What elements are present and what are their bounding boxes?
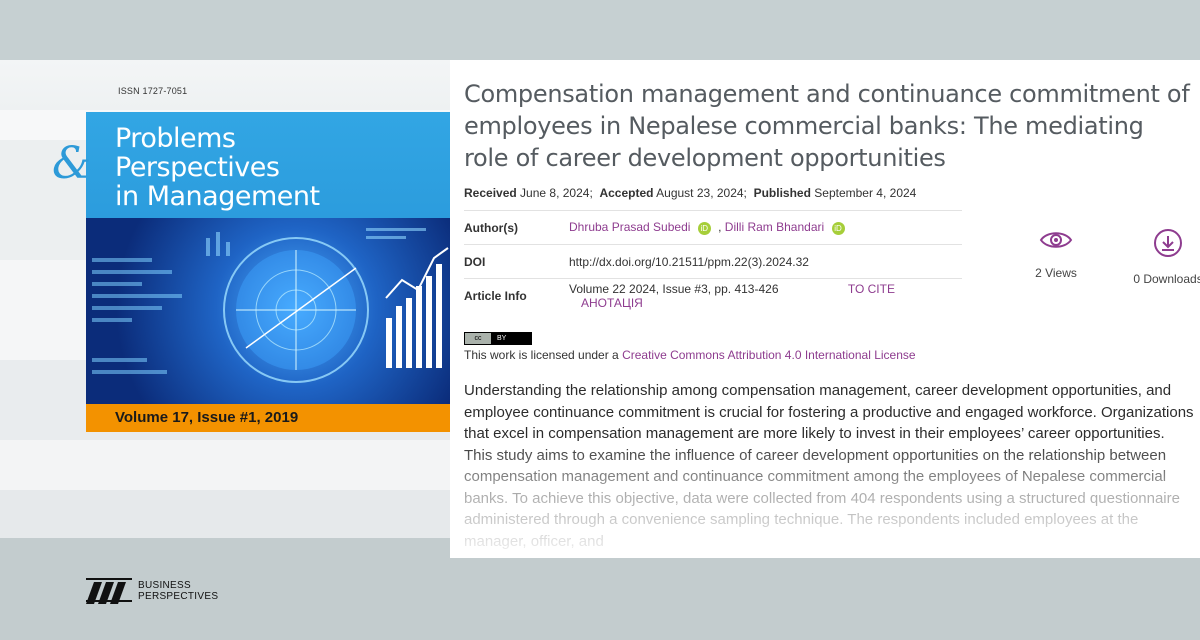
views-count: 2 Views (1035, 266, 1077, 280)
doi-value[interactable]: http://dx.doi.org/10.21511/ppm.22(3).202… (569, 255, 962, 269)
to-cite-link[interactable]: TO CITE (848, 282, 895, 296)
cc-icon: cc (465, 333, 491, 344)
cover-volume: Volume 17, Issue #1, 2019 (86, 404, 450, 432)
publisher-logo: BUSINESS PERSPECTIVES (86, 578, 218, 604)
orcid-icon[interactable]: iD (831, 221, 845, 235)
annotation-link[interactable]: АНОТАЦІЯ (581, 296, 643, 310)
doi-row: DOI http://dx.doi.org/10.21511/ppm.22(3)… (464, 244, 962, 278)
by-icon: BY (491, 333, 531, 344)
journal-cover: Problems Perspectives in Management Volu… (86, 112, 450, 432)
cover-ampersand: & (52, 138, 92, 189)
publisher-name: BUSINESS PERSPECTIVES (138, 580, 219, 602)
article-dates: Received June 8, 2024; Accepted August 2… (464, 186, 917, 200)
doi-label: DOI (464, 254, 486, 269)
eye-icon (1039, 232, 1073, 248)
abstract-fade-overlay (450, 440, 1200, 558)
license-link[interactable]: Creative Commons Attribution 4.0 Interna… (622, 348, 916, 362)
article-info-row: Article Info Volume 22 2024, Issue #3, p… (464, 278, 962, 312)
author-link-bhandari[interactable]: Dilli Ram Bhandari (725, 220, 824, 234)
issn-label: ISSN 1727-7051 (118, 86, 188, 96)
download-icon (1154, 229, 1182, 257)
article-meta-table: Author(s) Dhruba Prasad Subedi iD , Dill… (464, 210, 962, 312)
authors-row: Author(s) Dhruba Prasad Subedi iD , Dill… (464, 210, 962, 244)
article-title: Compensation management and continuance … (464, 80, 1190, 172)
cover-title: Problems Perspectives in Management (115, 123, 320, 212)
orcid-icon[interactable]: iD (697, 221, 711, 235)
downloads-stat: 0 Downloads (1112, 228, 1200, 286)
cover-illustration (86, 218, 450, 404)
license-text: This work is licensed under a Creative C… (464, 348, 916, 362)
top-band (0, 0, 1200, 60)
article-info-label: Article Info (464, 288, 527, 303)
author-link-subedi[interactable]: Dhruba Prasad Subedi (569, 220, 690, 234)
article-panel: Compensation management and continuance … (450, 60, 1200, 558)
authors-value: Dhruba Prasad Subedi iD , Dilli Ram Bhan… (569, 220, 962, 235)
article-stats: 2 Views 0 Downloads (1000, 228, 1200, 286)
downloads-count: 0 Downloads (1133, 272, 1200, 286)
authors-label: Author(s) (464, 220, 518, 235)
publisher-logo-icon (86, 578, 132, 604)
article-info-value: Volume 22 2024, Issue #3, pp. 413-426 TO… (569, 281, 895, 310)
views-stat: 2 Views (1000, 228, 1112, 286)
cc-by-badge[interactable]: cc BY (464, 332, 532, 345)
